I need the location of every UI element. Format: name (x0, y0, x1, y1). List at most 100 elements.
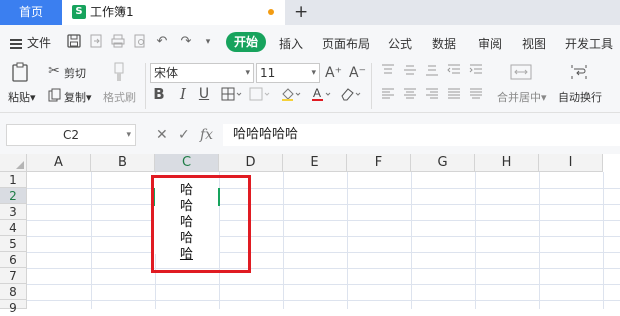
select-all-corner[interactable] (0, 154, 27, 172)
column-header-d[interactable]: D (219, 154, 283, 172)
column-header-a[interactable]: A (27, 154, 91, 172)
gridline (603, 172, 604, 309)
ribbon: 粘贴▾ ✂ 剪切 复制▾ 格式刷 宋体 ▾ 11 ▾ A⁺ A⁻ B I U A (0, 59, 620, 113)
fill-color-icon[interactable] (279, 86, 303, 106)
file-menu-label: 文件 (27, 36, 52, 50)
indent-decrease-icon[interactable] (446, 64, 462, 80)
chevron-down-icon: ▾ (126, 130, 131, 140)
tab-insert[interactable]: 插入 (279, 35, 303, 52)
gridline (27, 284, 620, 285)
column-header-g[interactable]: G (411, 154, 475, 172)
print-icon[interactable] (110, 34, 126, 50)
copy-button[interactable]: 复制▾ (64, 89, 92, 105)
gridline (347, 172, 348, 309)
merge-center-button[interactable]: 合并居中▾ (497, 89, 547, 105)
tab-formulas[interactable]: 公式 (388, 35, 412, 52)
format-painter-button[interactable]: 格式刷 (103, 89, 136, 105)
quick-access-dropdown-icon[interactable]: ▾ (200, 34, 216, 50)
italic-button[interactable]: I (176, 86, 190, 102)
wrap-text-icon[interactable] (569, 63, 589, 83)
align-top-icon[interactable] (380, 64, 396, 80)
formula-input[interactable]: 哈哈哈哈哈 (223, 124, 620, 146)
align-center-icon[interactable] (402, 88, 418, 104)
row-header-2[interactable]: 2 (0, 188, 27, 204)
row-header-9[interactable]: 9 (0, 300, 27, 315)
wrap-text-button[interactable]: 自动换行 (558, 89, 602, 105)
decrease-font-icon[interactable]: A⁻ (349, 65, 366, 81)
font-name-select[interactable]: 宋体 ▾ (150, 63, 254, 83)
gridline (27, 220, 620, 221)
align-left-icon[interactable] (380, 88, 396, 104)
merge-center-icon[interactable] (509, 63, 533, 83)
formula-bar: C2 ▾ ✕ ✓ fx 哈哈哈哈哈 (0, 113, 620, 154)
highlight-annotation-box (151, 175, 251, 273)
tab-view[interactable]: 视图 (522, 35, 546, 52)
distribute-icon[interactable] (468, 88, 484, 104)
row-header-3[interactable]: 3 (0, 204, 27, 220)
copy-icon[interactable] (46, 88, 62, 106)
border-icon[interactable] (220, 86, 244, 106)
row-header-4[interactable]: 4 (0, 220, 27, 236)
increase-font-icon[interactable]: A⁺ (325, 65, 342, 81)
chevron-down-icon: ▾ (311, 68, 316, 78)
name-box[interactable]: C2 ▾ (6, 124, 136, 146)
font-color-icon[interactable]: A (309, 86, 333, 106)
font-size-select[interactable]: 11 ▾ (256, 63, 320, 83)
spreadsheet-icon: S (72, 5, 86, 19)
select-all-icon (16, 161, 24, 169)
unsaved-dot-icon (268, 9, 274, 15)
row-header-6[interactable]: 6 (0, 252, 27, 268)
column-header-e[interactable]: E (283, 154, 347, 172)
divider (145, 63, 146, 109)
gridline (27, 236, 620, 237)
justify-icon[interactable] (446, 88, 462, 104)
redo-icon[interactable]: ↷ (178, 34, 194, 50)
paste-button[interactable]: 粘贴▾ (8, 89, 36, 105)
merge-center-label: 合并居中 (497, 91, 541, 104)
undo-icon[interactable]: ↶ (154, 34, 170, 50)
paste-label: 粘贴 (8, 91, 30, 104)
column-header-c[interactable]: C (155, 154, 219, 172)
tab-start[interactable]: 开始 (226, 32, 266, 52)
column-header-f[interactable]: F (347, 154, 411, 172)
align-bottom-icon[interactable] (424, 64, 440, 80)
tab-data[interactable]: 数据 (432, 35, 456, 52)
new-tab-button[interactable]: + (294, 0, 308, 24)
bold-button[interactable]: B (152, 86, 166, 102)
gridline (411, 172, 412, 309)
column-header-h[interactable]: H (475, 154, 539, 172)
gridline (27, 188, 620, 189)
row-header-5[interactable]: 5 (0, 236, 27, 252)
workbook-tab[interactable]: S 工作簿1 (62, 0, 285, 25)
fx-icon[interactable]: fx (200, 126, 213, 144)
tab-developer[interactable]: 开发工具 (565, 35, 613, 52)
gridline (283, 172, 284, 309)
home-tab[interactable]: 首页 (0, 0, 62, 25)
confirm-icon[interactable]: ✓ (178, 126, 190, 144)
underline-button[interactable]: U (197, 86, 211, 102)
row-header-8[interactable]: 8 (0, 284, 27, 300)
scissors-icon[interactable]: ✂ (46, 63, 62, 79)
row-header-7[interactable]: 7 (0, 268, 27, 284)
cut-button[interactable]: 剪切 (64, 65, 86, 81)
align-right-icon[interactable] (424, 88, 440, 104)
column-header-b[interactable]: B (91, 154, 155, 172)
cell-style-icon[interactable] (248, 86, 272, 106)
row-header-1[interactable]: 1 (0, 172, 27, 188)
gridline (27, 204, 620, 205)
cancel-icon[interactable]: ✕ (156, 126, 168, 144)
print-preview-icon[interactable] (132, 34, 148, 50)
indent-increase-icon[interactable] (468, 64, 484, 80)
export-icon[interactable] (88, 34, 104, 50)
spreadsheet-grid[interactable]: A B C D E F G H I 1 2 3 4 5 6 7 8 9 哈 哈 … (0, 154, 620, 315)
tab-review[interactable]: 审阅 (478, 35, 502, 52)
save-icon[interactable] (66, 34, 82, 50)
eraser-icon[interactable] (339, 86, 363, 106)
file-menu[interactable]: 文件 (10, 34, 51, 51)
tab-page-layout[interactable]: 页面布局 (322, 35, 370, 52)
gridline (91, 172, 92, 309)
paste-icon[interactable] (10, 62, 30, 84)
column-header-i[interactable]: I (539, 154, 603, 172)
align-middle-icon[interactable] (402, 64, 418, 80)
format-painter-icon[interactable] (111, 62, 127, 84)
